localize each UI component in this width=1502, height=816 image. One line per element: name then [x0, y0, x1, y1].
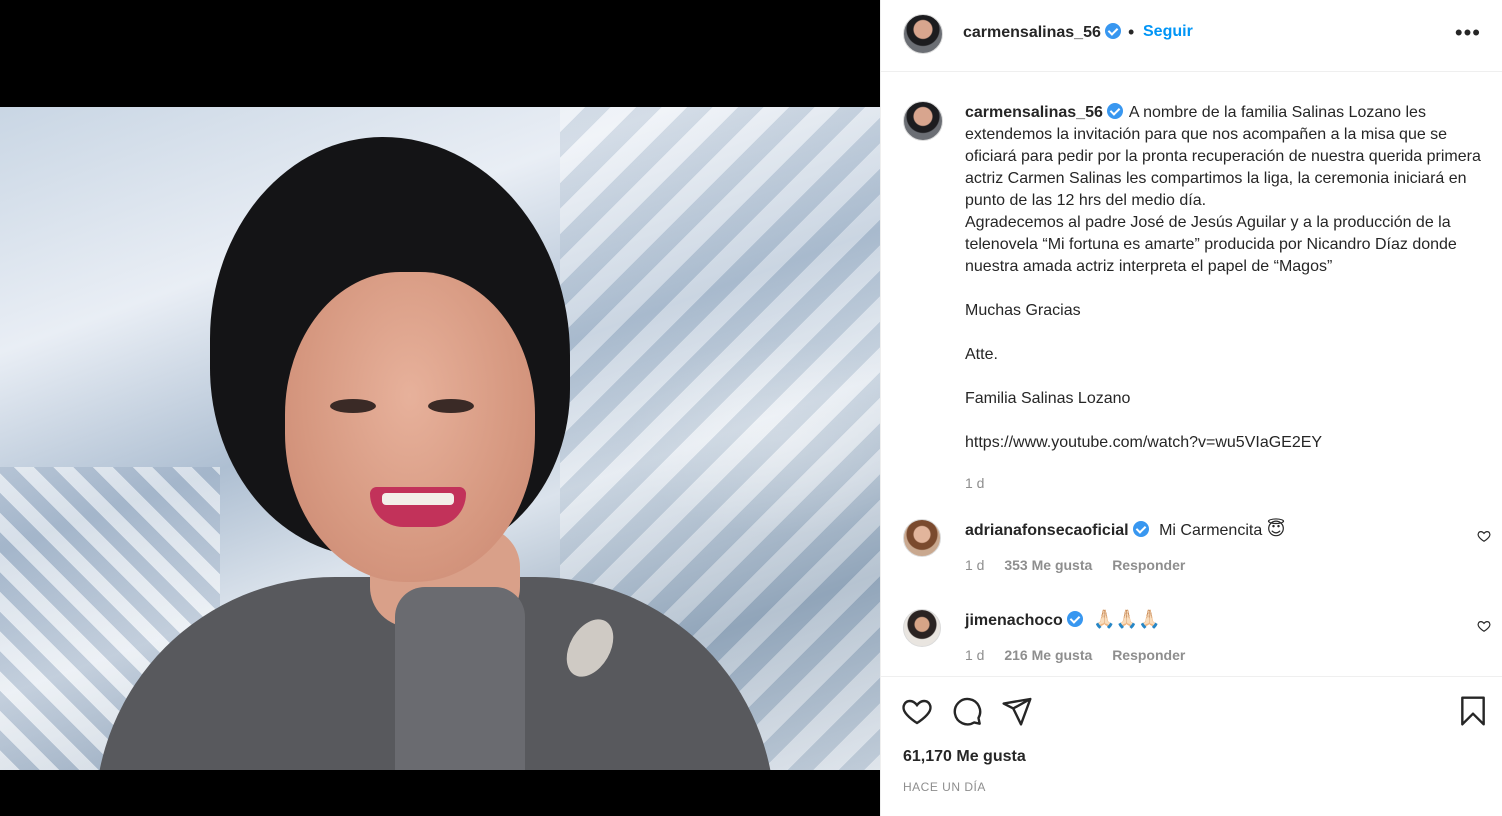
comment-username[interactable]: jimenachoco	[965, 611, 1083, 629]
photo-teeth	[382, 493, 454, 505]
comment-item: adrianafonsecaoficial Mi Carmencita 😇 1 …	[881, 519, 1502, 589]
post-caption: carmensalinas_56 A nombre de la familia S…	[965, 102, 1490, 454]
bookmark-icon[interactable]	[1457, 695, 1489, 727]
heart-icon[interactable]	[901, 695, 933, 727]
post-actions: 61,170 Me gusta HACE UN DÍA	[881, 676, 1502, 816]
reply-button[interactable]: Responder	[1112, 647, 1185, 663]
comment-meta: 1 d 216 Me gusta Responder	[965, 647, 1201, 663]
verified-icon	[1104, 23, 1121, 39]
heart-icon[interactable]	[1477, 619, 1491, 633]
username-text[interactable]: jimenachoco	[965, 612, 1063, 629]
username-text[interactable]: carmensalinas_56	[965, 104, 1103, 121]
avatar[interactable]	[903, 101, 943, 141]
praying-hands-emoji: 🙏🏻🙏🏻🙏🏻	[1093, 609, 1161, 629]
post-header: carmensalinas_56 • Seguir •••	[881, 0, 1502, 72]
post-media	[0, 0, 880, 816]
follow-button[interactable]: Seguir	[1143, 23, 1193, 41]
post-timestamp[interactable]: HACE UN DÍA	[903, 780, 986, 794]
avatar[interactable]	[903, 14, 943, 54]
smiling-halo-emoji: 😇	[1266, 519, 1286, 539]
caption-username[interactable]: carmensalinas_56	[965, 103, 1123, 121]
comment-username[interactable]: adrianafonsecaoficial	[965, 521, 1149, 539]
comment-item: jimenachoco 🙏🏻🙏🏻🙏🏻 1 d 216 Me gusta Resp…	[881, 609, 1502, 676]
post-side-panel: carmensalinas_56 • Seguir ••• carmensali…	[880, 0, 1502, 816]
heart-icon[interactable]	[1477, 529, 1491, 543]
verified-icon	[1066, 611, 1083, 627]
photo-eye	[428, 399, 474, 413]
comments-list[interactable]: carmensalinas_56 A nombre de la familia S…	[881, 73, 1502, 676]
separator-dot: •	[1128, 22, 1135, 42]
username-text[interactable]: carmensalinas_56	[963, 24, 1101, 41]
share-icon[interactable]	[1001, 695, 1033, 727]
comment-likes[interactable]: 216 Me gusta	[1004, 647, 1092, 663]
avatar[interactable]	[903, 609, 941, 647]
reply-button[interactable]: Responder	[1112, 557, 1185, 573]
verified-icon	[1106, 103, 1123, 119]
comment-time[interactable]: 1 d	[965, 557, 984, 573]
like-count[interactable]: 61,170 Me gusta	[903, 748, 1026, 766]
comment-time[interactable]: 1 d	[965, 647, 984, 663]
post-username[interactable]: carmensalinas_56	[963, 23, 1121, 42]
photo-face	[285, 272, 535, 582]
comment-likes[interactable]: 353 Me gusta	[1004, 557, 1092, 573]
verified-icon	[1132, 521, 1149, 537]
post-photo[interactable]	[0, 107, 880, 770]
avatar[interactable]	[903, 519, 941, 557]
caption-text: A nombre de la familia Salinas Lozano le…	[965, 104, 1481, 451]
caption-timestamp[interactable]: 1 d	[965, 475, 984, 491]
comment-text: Mi Carmencita	[1159, 522, 1263, 539]
comment-meta: 1 d 353 Me gusta Responder	[965, 557, 1201, 573]
username-text[interactable]: adrianafonsecaoficial	[965, 522, 1129, 539]
comment-body: jimenachoco 🙏🏻🙏🏻🙏🏻	[965, 609, 1445, 630]
photo-shirt	[395, 587, 525, 770]
comment-icon[interactable]	[951, 695, 983, 727]
photo-eye	[330, 399, 376, 413]
comment-body: adrianafonsecaoficial Mi Carmencita 😇	[965, 519, 1445, 540]
more-icon[interactable]: •••	[1455, 20, 1481, 46]
